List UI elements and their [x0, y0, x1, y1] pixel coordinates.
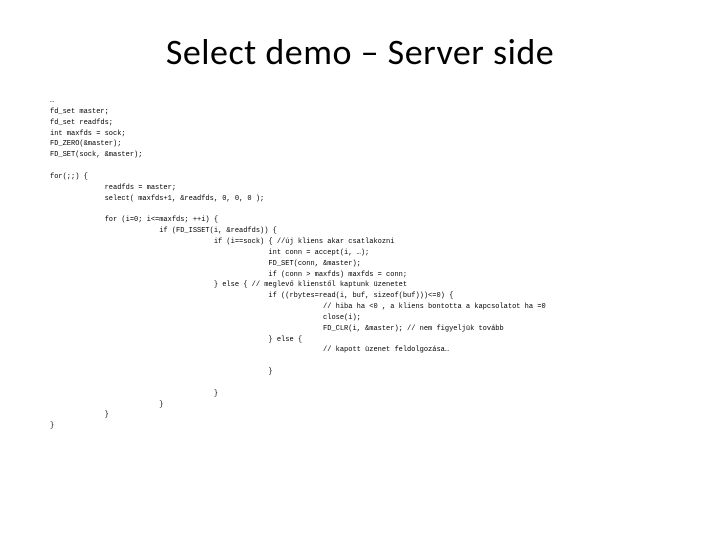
- slide-title: Select demo – Server side: [50, 30, 670, 74]
- code-block: … fd_set master; fd_set readfds; int max…: [50, 96, 670, 432]
- slide: Select demo – Server side … fd_set maste…: [0, 0, 720, 540]
